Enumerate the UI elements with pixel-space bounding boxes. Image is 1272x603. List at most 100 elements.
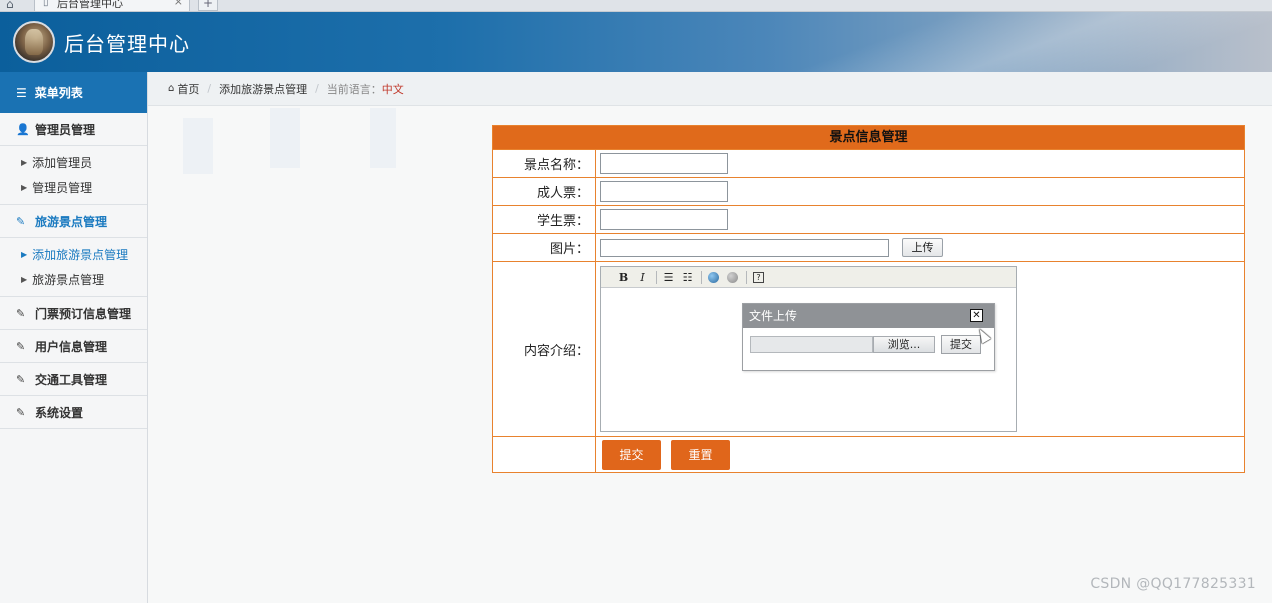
sidebar-heading-label: 菜单列表 xyxy=(34,86,83,100)
breadcrumb-separator: / xyxy=(207,82,212,95)
sidebar-group-label: 管理员管理 xyxy=(35,122,96,137)
sidebar-group-label: 旅游景点管理 xyxy=(35,214,108,229)
sidebar: ☰ 菜单列表 👤 管理员管理 ▶ 添加管理员 ▶ 管理员管理 ✎ 旅游景点管理 … xyxy=(0,72,148,603)
breadcrumb-lang-value: 中文 xyxy=(381,82,404,96)
app-title: 后台管理中心 xyxy=(64,32,190,56)
student-ticket-label: 学生票： xyxy=(493,206,596,233)
toolbar-separator xyxy=(701,270,702,284)
sidebar-item-attraction-manage[interactable]: ▶ 旅游景点管理 xyxy=(0,267,147,292)
browser-tab-title: 后台管理中心 xyxy=(57,0,123,10)
globe-icon xyxy=(708,271,719,283)
home-icon: ⌂ xyxy=(168,83,175,94)
name-input[interactable] xyxy=(600,153,728,174)
sidebar-group-transport[interactable]: ✎ 交通工具管理 xyxy=(0,363,147,396)
link-globe-icon[interactable] xyxy=(705,269,722,286)
sidebar-submenu-admin: ▶ 添加管理员 ▶ 管理员管理 xyxy=(0,146,147,205)
browse-button[interactable]: 浏览... xyxy=(873,336,935,353)
adult-ticket-input[interactable] xyxy=(600,181,728,202)
edit-icon: ✎ xyxy=(16,372,26,386)
dialog-submit-button[interactable]: 提交 xyxy=(941,335,981,354)
sidebar-group-label: 系统设置 xyxy=(35,405,84,420)
caret-right-icon: ▶ xyxy=(21,275,28,284)
globe-icon xyxy=(727,271,738,283)
new-tab-button[interactable]: + xyxy=(198,0,218,11)
background-artifact xyxy=(270,108,300,168)
file-upload-dialog: 文件上传 ✕ 浏览... 提交 xyxy=(742,303,995,371)
upload-button[interactable]: 上传 xyxy=(902,238,943,257)
sidebar-item-add-admin[interactable]: ▶ 添加管理员 xyxy=(0,150,147,175)
unordered-list-icon[interactable]: ☷ xyxy=(679,269,696,286)
background-artifact xyxy=(183,118,213,174)
dialog-title-text: 文件上传 xyxy=(749,309,798,323)
attraction-form-panel: 景点信息管理 景点名称： 成人票： 学生票： 图片： 上传 内容介绍： B I … xyxy=(492,125,1245,473)
browser-tab-strip: ⌂ ▯ 后台管理中心 × + xyxy=(0,0,1272,12)
caret-right-icon: ▶ xyxy=(21,158,28,167)
breadcrumb: ⌂ 首页 / 添加旅游景点管理 / 当前语言： 中文 xyxy=(148,72,1272,106)
sidebar-item-add-attraction[interactable]: ▶ 添加旅游景点管理 xyxy=(0,242,147,267)
help-button[interactable]: ? xyxy=(750,269,767,286)
form-row-adult: 成人票： xyxy=(493,177,1244,205)
breadcrumb-separator: / xyxy=(315,82,319,95)
avatar-figure xyxy=(25,29,43,55)
toolbar-separator xyxy=(656,270,657,284)
image-path-input[interactable] xyxy=(600,239,889,257)
name-label: 景点名称： xyxy=(493,150,596,177)
sidebar-item-label: 旅游景点管理 xyxy=(32,273,105,287)
breadcrumb-current[interactable]: 添加旅游景点管理 xyxy=(219,81,307,97)
user-icon: 👤 xyxy=(16,122,30,136)
breadcrumb-home[interactable]: 首页 xyxy=(177,81,199,97)
bold-button[interactable]: B xyxy=(615,269,632,286)
sidebar-submenu-attractions: ▶ 添加旅游景点管理 ▶ 旅游景点管理 xyxy=(0,238,147,297)
sidebar-group-tickets[interactable]: ✎ 门票预订信息管理 xyxy=(0,297,147,330)
file-path-input[interactable] xyxy=(750,336,873,353)
close-icon[interactable]: × xyxy=(174,0,183,8)
submit-button[interactable]: 提交 xyxy=(602,440,661,470)
sidebar-item-label: 管理员管理 xyxy=(32,181,93,195)
sidebar-group-settings[interactable]: ✎ 系统设置 xyxy=(0,396,147,429)
avatar xyxy=(13,21,55,63)
sidebar-group-admin[interactable]: 👤 管理员管理 xyxy=(0,113,147,146)
form-row-image: 图片： 上传 xyxy=(493,233,1244,261)
home-icon[interactable]: ⌂ xyxy=(6,0,14,11)
watermark: CSDN @QQ177825331 xyxy=(1090,576,1256,592)
toolbar-separator xyxy=(746,270,747,284)
unlink-globe-icon[interactable] xyxy=(724,269,741,286)
edit-icon: ✎ xyxy=(16,339,26,353)
edit-icon: ✎ xyxy=(16,405,26,419)
form-title: 景点信息管理 xyxy=(493,126,1244,149)
header-decoration xyxy=(752,12,1272,72)
sidebar-heading: ☰ 菜单列表 xyxy=(0,72,147,113)
actions-label-cell xyxy=(493,437,596,473)
browser-tab[interactable]: ▯ 后台管理中心 × xyxy=(34,0,190,11)
reset-button[interactable]: 重置 xyxy=(671,440,730,470)
ordered-list-icon[interactable]: ☰ xyxy=(660,269,677,286)
caret-right-icon: ▶ xyxy=(21,250,28,259)
form-row-actions: 提交 重置 xyxy=(493,436,1244,473)
list-icon: ☰ xyxy=(16,85,27,100)
student-ticket-input[interactable] xyxy=(600,209,728,230)
sidebar-item-label: 添加管理员 xyxy=(32,156,93,170)
adult-ticket-label: 成人票： xyxy=(493,178,596,205)
app-header: 后台管理中心 xyxy=(0,12,1272,72)
sidebar-group-label: 用户信息管理 xyxy=(35,339,108,354)
edit-icon: ✎ xyxy=(16,214,26,228)
sidebar-item-label: 添加旅游景点管理 xyxy=(32,248,129,262)
editor-toolbar: B I ☰ ☷ ? xyxy=(601,267,1016,288)
sidebar-group-label: 门票预订信息管理 xyxy=(35,306,132,321)
form-row-student: 学生票： xyxy=(493,205,1244,233)
sidebar-group-label: 交通工具管理 xyxy=(35,372,108,387)
sidebar-item-admin-manage[interactable]: ▶ 管理员管理 xyxy=(0,175,147,200)
image-label: 图片： xyxy=(493,234,596,261)
sidebar-group-attractions[interactable]: ✎ 旅游景点管理 xyxy=(0,205,147,238)
caret-right-icon: ▶ xyxy=(21,183,28,192)
background-artifact xyxy=(370,108,396,168)
content-label: 内容介绍： xyxy=(493,262,596,436)
sidebar-group-users[interactable]: ✎ 用户信息管理 xyxy=(0,330,147,363)
breadcrumb-lang-label: 当前语言： xyxy=(326,82,382,96)
italic-button[interactable]: I xyxy=(634,269,651,286)
help-icon: ? xyxy=(753,271,764,283)
form-row-name: 景点名称： xyxy=(493,149,1244,177)
close-icon[interactable]: ✕ xyxy=(970,309,983,322)
dialog-title: 文件上传 ✕ xyxy=(743,304,994,328)
edit-icon: ✎ xyxy=(16,306,26,320)
